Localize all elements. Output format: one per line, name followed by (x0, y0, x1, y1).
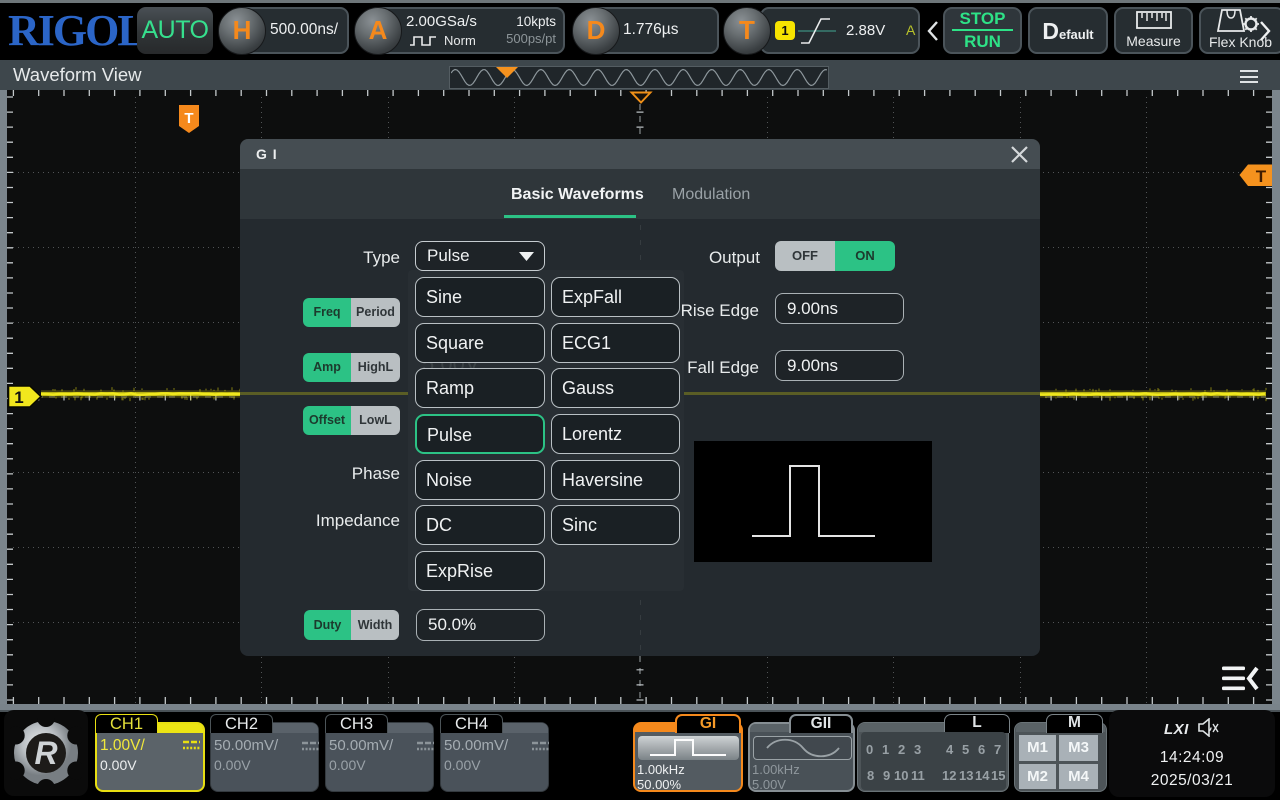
svg-text:T: T (1256, 167, 1267, 186)
svg-text:R: R (34, 735, 57, 771)
svg-text:T: T (184, 110, 193, 127)
svg-text:1: 1 (14, 388, 23, 407)
